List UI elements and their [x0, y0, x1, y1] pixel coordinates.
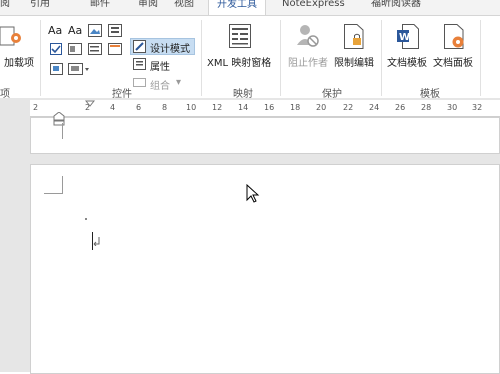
addins-button[interactable]: 加载项: [4, 54, 34, 69]
svg-text:W: W: [399, 32, 410, 43]
group-separator: [201, 20, 202, 96]
previous-page[interactable]: [30, 117, 500, 154]
ruler-tick-label: 4: [110, 103, 116, 112]
ruler-tick-label: 24: [369, 103, 380, 112]
tab-foxit-reader[interactable]: 福昕阅读器: [371, 0, 421, 13]
ribbon: 加载项 项 Aa Aa 设计模式 属性 组合 ▾ 控件 XML 映射窗格 映射 …: [0, 15, 500, 100]
tab-layout[interactable]: 阅: [0, 0, 10, 13]
ruler-tick-label: 30: [447, 103, 458, 112]
ruler-tick-label: 2: [33, 103, 39, 112]
group-dropdown-caret[interactable]: ▾: [176, 77, 181, 88]
plain-text-control-icon[interactable]: Aa: [68, 24, 82, 37]
ruler-tick-label: 14: [238, 103, 249, 112]
properties-button[interactable]: 属性: [150, 58, 170, 73]
ruler-tick-label: 8: [162, 103, 168, 112]
legacy-tools-icon[interactable]: [68, 63, 90, 75]
group-icon[interactable]: [133, 78, 147, 88]
ruler-tick-label: 18: [290, 103, 301, 112]
paragraph-mark-icon: [93, 237, 100, 246]
picture-control-icon[interactable]: [88, 24, 102, 37]
tab-references[interactable]: 引用: [30, 0, 50, 13]
document-template-button[interactable]: 文档模板: [387, 54, 427, 69]
xml-mapping-pane-icon[interactable]: [229, 24, 251, 48]
first-line-indent-marker[interactable]: [85, 100, 95, 116]
checkbox-control-icon[interactable]: [50, 43, 62, 55]
margin-corner-mark: [44, 176, 63, 194]
block-authors-icon[interactable]: [296, 23, 320, 49]
tab-view[interactable]: 视图: [174, 0, 194, 13]
addins-icon[interactable]: [0, 24, 22, 50]
ruler-tick-label: 26: [395, 103, 406, 112]
paragraph-dot: [85, 218, 87, 220]
horizontal-ruler[interactable]: 2 2 4 6 8 10 12 14 16 18 20 22 24 26 28 …: [30, 100, 500, 117]
document-panel-button[interactable]: 文档面板: [433, 54, 473, 69]
restrict-editing-icon[interactable]: [344, 24, 364, 49]
date-picker-control-icon[interactable]: [108, 43, 122, 55]
group-separator: [480, 20, 481, 96]
tab-review[interactable]: 审阅: [138, 0, 158, 13]
xml-mapping-pane-button[interactable]: XML 映射窗格: [207, 54, 271, 69]
group-separator: [280, 20, 281, 96]
properties-icon[interactable]: [133, 58, 147, 70]
rich-text-control-icon[interactable]: Aa: [48, 24, 62, 37]
tab-developer[interactable]: 开发工具: [208, 0, 266, 15]
group-button[interactable]: 组合: [150, 77, 170, 92]
text-boundary-mark: [62, 123, 63, 139]
repeating-section-icon[interactable]: [50, 63, 64, 75]
restrict-editing-button[interactable]: 限制编辑: [334, 54, 374, 69]
ruler-tick-label: 10: [186, 103, 197, 112]
group-separator: [40, 20, 41, 96]
combo-box-control-icon[interactable]: [68, 43, 82, 55]
ruler-tick-label: 22: [343, 103, 354, 112]
ruler-tick-label: 32: [472, 103, 483, 112]
left-indent-marker[interactable]: [52, 112, 66, 140]
ruler-tick-label: 28: [421, 103, 432, 112]
document-template-icon[interactable]: W: [397, 24, 419, 49]
tab-mailings[interactable]: 邮件: [90, 0, 110, 13]
ruler-tick-label: 12: [212, 103, 223, 112]
ruler-tick-label: 16: [264, 103, 275, 112]
current-page[interactable]: [30, 164, 500, 374]
document-panel-icon[interactable]: [444, 24, 466, 49]
ribbon-tab-bar: 阅 引用 邮件 审阅 视图 开发工具 NoteExpress 福昕阅读器: [0, 0, 500, 15]
dropdown-list-control-icon[interactable]: [88, 43, 102, 55]
mouse-pointer-icon: [246, 184, 260, 203]
design-mode-icon[interactable]: [133, 40, 147, 53]
tab-noteexpress[interactable]: NoteExpress: [282, 0, 345, 13]
ruler-tick-label: 20: [316, 103, 327, 112]
group-separator: [381, 20, 382, 96]
design-mode-button[interactable]: 设计模式: [150, 40, 190, 55]
building-block-control-icon[interactable]: [108, 24, 122, 37]
block-authors-button[interactable]: 阻止作者: [288, 54, 328, 69]
ruler-tick-label: 6: [136, 103, 142, 112]
